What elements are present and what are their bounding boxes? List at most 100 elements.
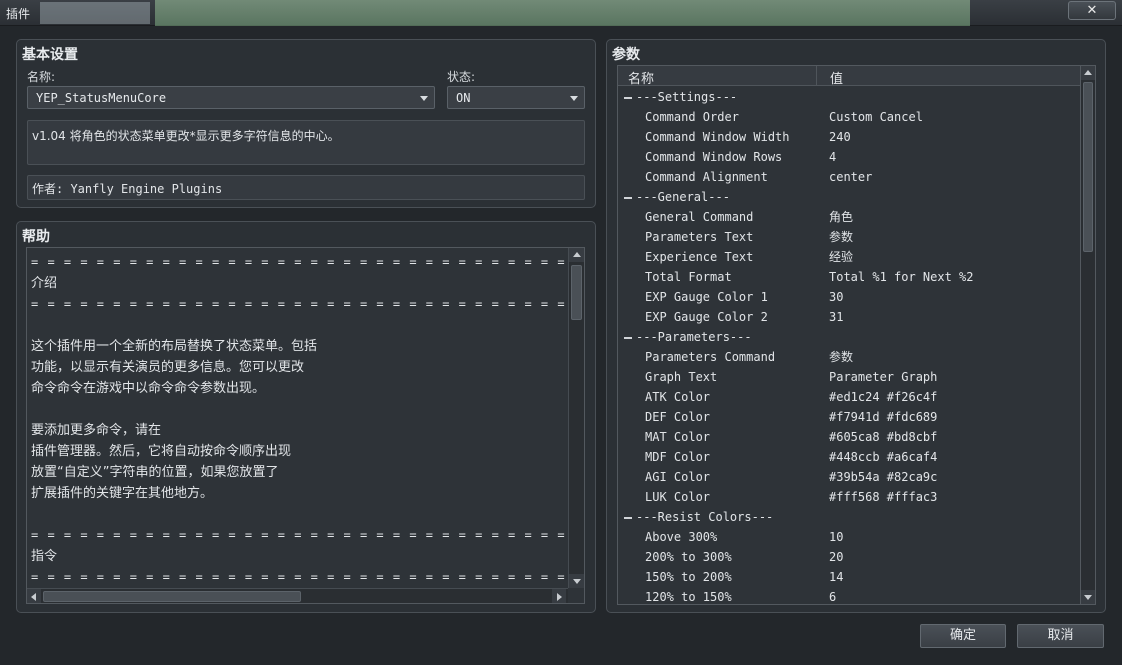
parameter-name: Command Alignment [645,170,768,184]
arrow-left-icon [31,592,36,601]
parameter-row[interactable]: Command Order Custom Cancel [618,107,1080,127]
help-horizontal-scrollbar[interactable] [27,588,568,603]
parameter-row[interactable]: Command Alignment center [618,167,1080,187]
parameter-value: 240 [829,130,851,144]
parameter-value: Total %1 for Next %2 [829,270,974,284]
parameters-vertical-scrollbar[interactable] [1080,65,1096,605]
parameter-row[interactable]: Parameters Text 参数 [618,227,1080,247]
arrow-right-icon [557,592,562,601]
parameters-table[interactable]: 名称 值 ---Settings--- Command Order Custom C… [617,65,1081,605]
name-label: 名称: [27,70,56,84]
parameter-row[interactable]: 150% to 200% 14 [618,567,1080,587]
plugin-name-value: YEP_StatusMenuCore [36,91,167,105]
parameter-row[interactable]: Command Window Width 240 [618,127,1080,147]
column-header-name[interactable]: 名称 [628,68,654,87]
parameter-row[interactable]: LUK Color #fff568 #fffac3 [618,487,1080,507]
background-app-strip [40,2,150,24]
author-field[interactable]: 作者: Yanfly Engine Plugins [27,175,585,200]
scroll-up-button[interactable] [569,248,584,262]
parameter-name: Total Format [645,270,732,284]
cancel-button[interactable]: 取消 [1017,624,1104,648]
parameters-table-header: 名称 值 [618,66,1080,87]
scroll-down-button[interactable] [569,574,584,588]
close-icon: ✕ [1086,3,1098,18]
parameter-row[interactable]: EXP Gauge Color 1 30 [618,287,1080,307]
help-vertical-scrollbar[interactable] [568,248,584,588]
scroll-left-button[interactable] [27,589,41,603]
help-line: 插件管理器。然后，它将自动按命令顺序出现 [31,444,292,459]
parameter-value: 31 [829,310,844,324]
parameter-row[interactable]: MAT Color #605ca8 #bd8cbf [618,427,1080,447]
parameter-row[interactable]: General Command 角色 [618,207,1080,227]
collapse-icon[interactable] [624,96,632,99]
help-text-area[interactable]: = = = = = = = = = = = = = = = = = = = = … [26,247,585,604]
parameter-row[interactable]: 200% to 300% 20 [618,547,1080,567]
parameter-name-cell: Command Alignment [645,167,768,187]
parameter-row[interactable]: MDF Color #448ccb #a6caf4 [618,447,1080,467]
description-field[interactable]: v1.04 将角色的状态菜单更改*显示更多字符信息的中心。 [27,120,585,165]
scroll-down-button[interactable] [1081,590,1095,604]
parameter-row[interactable]: Graph Text Parameter Graph [618,367,1080,387]
collapse-icon[interactable] [624,516,632,519]
column-header-value[interactable]: 值 [830,68,843,87]
close-button[interactable]: ✕ [1068,1,1116,20]
parameter-value: Custom Cancel [829,110,923,124]
status-label: 状态: [447,70,476,84]
ok-button[interactable]: 确定 [920,624,1006,648]
parameter-row[interactable]: AGI Color #39b54a #82ca9c [618,467,1080,487]
parameter-group-row[interactable]: ---Resist Colors--- [618,507,1080,527]
parameter-group-row[interactable]: ---Settings--- [618,87,1080,107]
parameter-row[interactable]: Total Format Total %1 for Next %2 [618,267,1080,287]
parameter-row[interactable]: Parameters Command 参数 [618,347,1080,367]
parameter-name-cell: Above 300% [645,527,717,547]
parameter-name: 150% to 200% [645,570,732,584]
status-select[interactable]: ON [447,86,585,109]
help-line: = = = = = = = = = = = = = = = = = = = = … [31,255,569,269]
parameter-value: center [829,170,873,184]
parameter-name: ATK Color [645,390,711,404]
scrollbar-thumb[interactable] [571,265,582,320]
parameter-value: Parameter Graph [829,370,938,384]
parameter-value: #fff568 #fffac3 [829,490,938,504]
help-line: 扩展插件的关键字在其他地方。 [31,486,214,501]
parameter-row[interactable]: EXP Gauge Color 2 31 [618,307,1080,327]
parameter-row[interactable]: Command Window Rows 4 [618,147,1080,167]
parameter-name: EXP Gauge Color 2 [645,310,768,324]
parameter-group-row[interactable]: ---Parameters--- [618,327,1080,347]
basic-settings-panel: 基本设置 名称: YEP_StatusMenuCore 状态: ON v1.04… [16,39,596,208]
parameter-value: 参数 [829,350,854,364]
collapse-icon[interactable] [624,336,632,339]
column-divider[interactable] [816,66,817,86]
parameter-name: Command Window Width [645,130,790,144]
help-line: = = = = = = = = = = = = = = = = = = = = … [31,570,569,584]
parameter-group-row[interactable]: ---General--- [618,187,1080,207]
help-line: = = = = = = = = = = = = = = = = = = = = … [31,528,569,542]
parameter-value: 30 [829,290,844,304]
parameter-row[interactable]: ATK Color #ed1c24 #f26c4f [618,387,1080,407]
plugin-name-select[interactable]: YEP_StatusMenuCore [27,86,435,109]
parameter-value: 14 [829,570,844,584]
collapse-icon[interactable] [624,196,632,199]
parameter-name-cell: EXP Gauge Color 2 [645,307,768,327]
parameter-row[interactable]: DEF Color #f7941d #fdc689 [618,407,1080,427]
arrow-down-icon [1084,595,1092,600]
parameter-name-cell: Experience Text [645,247,753,267]
parameter-name: MAT Color [645,430,711,444]
parameter-name: AGI Color [645,470,711,484]
parameter-value: 20 [829,550,844,564]
parameter-row[interactable]: Above 300% 10 [618,527,1080,547]
scrollbar-thumb[interactable] [1083,82,1093,252]
chevron-down-icon [420,96,428,101]
parameter-row[interactable]: 120% to 150% 6 [618,587,1080,604]
parameter-name-cell: ---General--- [624,187,730,207]
scroll-right-button[interactable] [552,589,566,603]
author-text: 作者: Yanfly Engine Plugins [32,182,223,196]
arrow-down-icon [572,579,581,584]
scrollbar-thumb[interactable] [43,591,301,602]
parameter-row[interactable]: Experience Text 经验 [618,247,1080,267]
scroll-up-button[interactable] [1081,66,1095,80]
parameter-value: #ed1c24 #f26c4f [829,390,938,404]
help-line: 命令命令在游戏中以命令命令参数出现。 [31,381,266,396]
arrow-up-icon [572,252,581,257]
parameter-name: LUK Color [645,490,711,504]
